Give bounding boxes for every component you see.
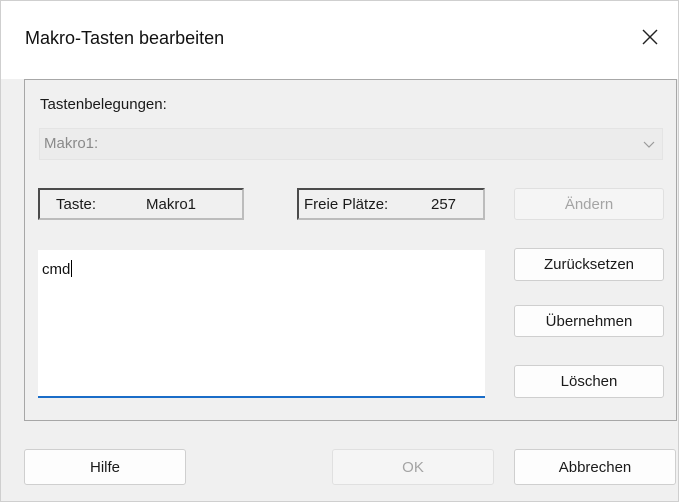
macro-select-value: Makro1:: [44, 135, 99, 152]
close-icon: [641, 28, 659, 50]
key-value: Makro1: [146, 196, 197, 213]
ok-button[interactable]: OK: [332, 449, 494, 485]
aendern-button[interactable]: Ändern: [514, 188, 664, 220]
chevron-down-icon: [642, 137, 656, 155]
close-button[interactable]: [630, 19, 670, 59]
tastenbelegungen-label: Tastenbelegungen:: [40, 96, 167, 113]
key-label: Taste:: [56, 196, 97, 213]
free-slots-box: Freie Plätze: 257: [297, 188, 485, 220]
loeschen-button[interactable]: Löschen: [514, 365, 664, 398]
key-info-box: Taste: Makro1: [38, 188, 244, 220]
macro-group-box: Tastenbelegungen: Makro1: Taste: Makro1 …: [24, 79, 677, 421]
zuruecksetzen-button[interactable]: Zurücksetzen: [514, 248, 664, 281]
macro-text: cmd: [42, 260, 73, 278]
text-caret: [71, 260, 73, 277]
abbrechen-button[interactable]: Abbrechen: [514, 449, 676, 485]
hilfe-button[interactable]: Hilfe: [24, 449, 186, 485]
free-slots-label: Freie Plätze:: [304, 196, 389, 213]
macro-select[interactable]: Makro1:: [39, 128, 663, 160]
macro-text-editor[interactable]: cmd: [38, 250, 485, 398]
dialog-window: Makro-Tasten bearbeiten Tastenbelegungen…: [0, 0, 679, 502]
free-slots-value: 257: [431, 196, 457, 213]
uebernehmen-button[interactable]: Übernehmen: [514, 305, 664, 337]
title-bar: Makro-Tasten bearbeiten: [1, 1, 678, 79]
window-title: Makro-Tasten bearbeiten: [25, 28, 225, 48]
